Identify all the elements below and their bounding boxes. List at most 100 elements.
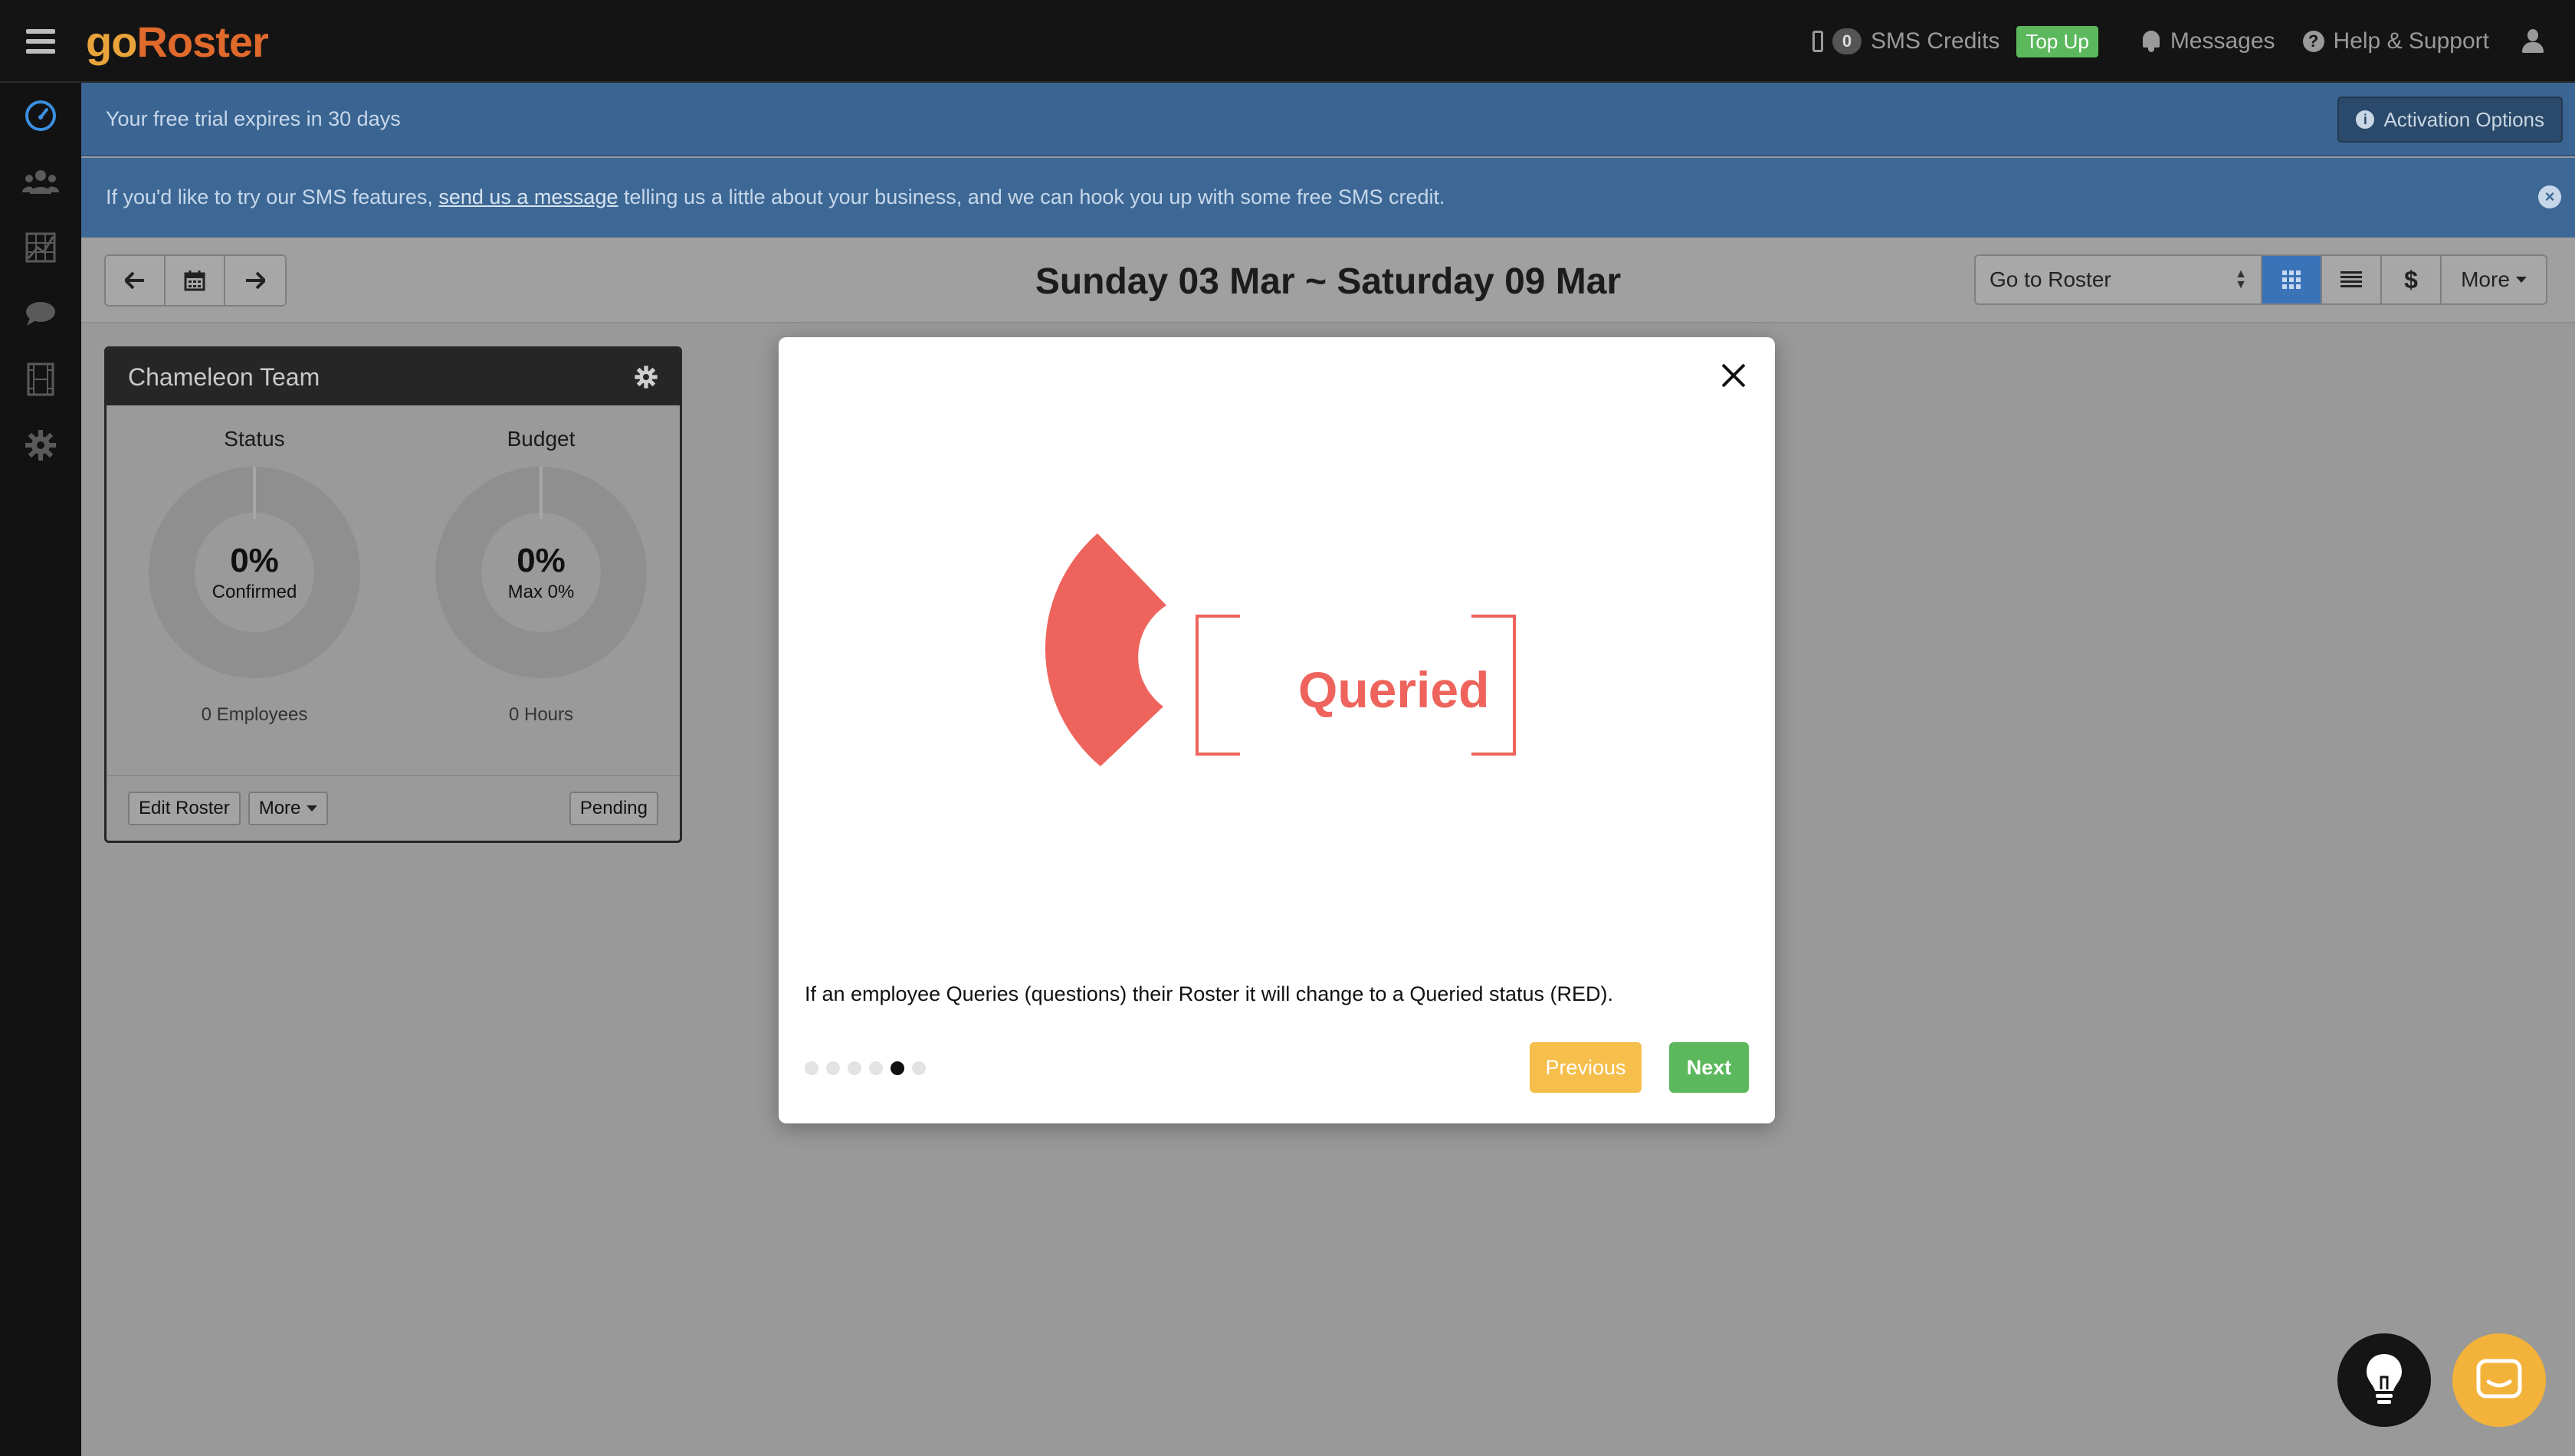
film-strip-icon: [27, 362, 54, 396]
tutorial-modal: Queried If an employee Queries (question…: [779, 337, 1775, 1123]
step-dot[interactable]: [869, 1061, 883, 1075]
budget-chart: Budget 0% Max 0% 0 Hours: [418, 427, 664, 726]
step-dot[interactable]: [912, 1061, 926, 1075]
budget-donut-center: 0% Max 0%: [429, 461, 653, 684]
list-view-button[interactable]: [2322, 254, 2382, 305]
sms-banner-suffix: telling us a little about your business,…: [618, 185, 1445, 208]
team-more-label: More: [258, 798, 301, 818]
sms-banner-prefix: If you'd like to try our SMS features,: [106, 185, 439, 208]
top-right-menu: 0 SMS Credits Top Up Messages ? Help & S…: [1812, 25, 2544, 58]
messages-label: Messages: [2170, 28, 2275, 54]
user-profile-icon[interactable]: [2521, 29, 2544, 54]
help-support-label: Help & Support: [2333, 28, 2489, 54]
team-name: Chameleon Team: [128, 362, 320, 391]
edit-roster-button[interactable]: Edit Roster: [128, 792, 241, 825]
grid-view-button[interactable]: [2262, 254, 2322, 305]
go-to-roster-select[interactable]: Go to Roster ▲ ▼: [1974, 254, 2262, 305]
top-navbar: goRoster 0 SMS Credits Top Up Messages ?…: [0, 0, 2575, 83]
info-icon: i: [2356, 110, 2375, 129]
tips-lightbulb-button[interactable]: [2337, 1333, 2431, 1427]
status-percent: 0%: [230, 542, 279, 579]
help-support-link[interactable]: ? Help & Support: [2302, 28, 2489, 54]
sidebar-item-settings[interactable]: [0, 412, 81, 478]
close-banner-icon[interactable]: ×: [2538, 185, 2561, 208]
send-message-link[interactable]: send us a message: [438, 185, 618, 208]
status-donut: 0% Confirmed: [143, 461, 366, 684]
team-card: Chameleon Team Status 0% Confirmed 0 Emp…: [104, 346, 682, 843]
employees-count: 0 Employees: [201, 704, 308, 725]
more-label: More: [2461, 267, 2510, 291]
badge-left-bracket: [1196, 615, 1240, 756]
chat-window-icon: [2476, 1359, 2522, 1399]
next-button[interactable]: Next: [1669, 1042, 1749, 1093]
sms-banner: If you'd like to try our SMS features, s…: [81, 158, 2575, 238]
sms-credits-label: SMS Credits: [1871, 28, 2000, 54]
step-dot[interactable]: [848, 1061, 861, 1075]
roster-toolbar: Sunday 03 Mar ~ Saturday 09 Mar Go to Ro…: [81, 238, 2575, 323]
messages-link[interactable]: Messages: [2141, 28, 2275, 54]
team-settings-gear-icon[interactable]: [634, 365, 658, 389]
hours-count: 0 Hours: [508, 704, 574, 725]
queried-illustration: Queried: [986, 490, 1568, 797]
trial-banner: Your free trial expires in 30 days i Act…: [81, 83, 2575, 156]
modal-description: If an employee Queries (questions) their…: [805, 982, 1613, 1005]
sidebar-item-media[interactable]: [0, 346, 81, 412]
team-card-footer: Edit Roster More Pending: [107, 775, 680, 841]
logo-go-text: go: [86, 18, 137, 66]
team-charts: Status 0% Confirmed 0 Employees Budget 0…: [107, 405, 680, 778]
pending-status-button[interactable]: Pending: [569, 792, 658, 825]
budget-label: Budget: [507, 427, 576, 451]
phone-icon: [1812, 31, 1824, 52]
close-modal-icon[interactable]: [1717, 359, 1750, 392]
question-circle-icon: ?: [2302, 31, 2324, 52]
gororster-logo[interactable]: goRoster: [86, 17, 269, 67]
sidebar-item-messages[interactable]: [0, 280, 81, 346]
red-status-wedge: [1045, 533, 1166, 766]
gear-icon: [25, 430, 56, 461]
view-controls: Go to Roster ▲ ▼ $ More: [1974, 254, 2547, 305]
team-more-button[interactable]: More: [248, 792, 329, 825]
team-card-header: Chameleon Team: [107, 349, 680, 405]
status-label: Status: [224, 427, 285, 451]
left-sidebar: [0, 83, 81, 1456]
activation-options-label: Activation Options: [2383, 107, 2544, 131]
chat-bubble-icon: [26, 302, 55, 326]
users-icon: [22, 170, 59, 194]
lightbulb-icon: [2367, 1354, 2402, 1404]
sidebar-item-staff[interactable]: [0, 149, 81, 215]
sms-banner-text: If you'd like to try our SMS features, s…: [106, 185, 1445, 209]
queried-status-text: Queried: [1298, 661, 1490, 718]
caret-down-icon: [2515, 277, 2527, 283]
sms-credits[interactable]: 0 SMS Credits Top Up: [1812, 25, 2098, 57]
hamburger-menu-icon[interactable]: [26, 29, 55, 54]
status-donut-center: 0% Confirmed: [143, 461, 366, 684]
dollar-icon: $: [2404, 265, 2418, 293]
select-arrows-icon: ▲ ▼: [2235, 267, 2247, 291]
sidebar-item-dashboard[interactable]: [0, 83, 81, 149]
budget-donut: 0% Max 0%: [429, 461, 653, 684]
previous-button[interactable]: Previous: [1530, 1042, 1642, 1093]
chart-grid-icon: [25, 232, 56, 263]
list-icon: [2340, 271, 2362, 287]
caret-down-icon: [307, 805, 318, 812]
support-chat-button[interactable]: [2452, 1333, 2546, 1427]
step-dot-active[interactable]: [891, 1061, 904, 1075]
step-dot[interactable]: [805, 1061, 818, 1075]
step-dot[interactable]: [826, 1061, 840, 1075]
bell-icon: [2141, 31, 2161, 52]
sidebar-item-reports[interactable]: [0, 215, 81, 280]
grid-icon: [2282, 271, 2301, 289]
more-dropdown-button[interactable]: More: [2442, 254, 2547, 305]
status-chart: Status 0% Confirmed 0 Employees: [132, 427, 377, 726]
go-to-roster-value: Go to Roster: [1989, 267, 2111, 291]
budget-sublabel: Max 0%: [507, 582, 575, 602]
top-up-button[interactable]: Top Up: [2016, 25, 2098, 57]
queried-status-graphic: [1045, 533, 1516, 766]
status-sublabel: Confirmed: [212, 582, 297, 602]
step-indicator: [805, 1061, 926, 1075]
logo-roster-text: Roster: [136, 18, 268, 66]
activation-options-button[interactable]: i Activation Options: [2337, 97, 2563, 143]
dashboard-gauge-icon: [25, 100, 56, 131]
cost-view-button[interactable]: $: [2382, 254, 2442, 305]
budget-percent: 0%: [517, 542, 566, 579]
